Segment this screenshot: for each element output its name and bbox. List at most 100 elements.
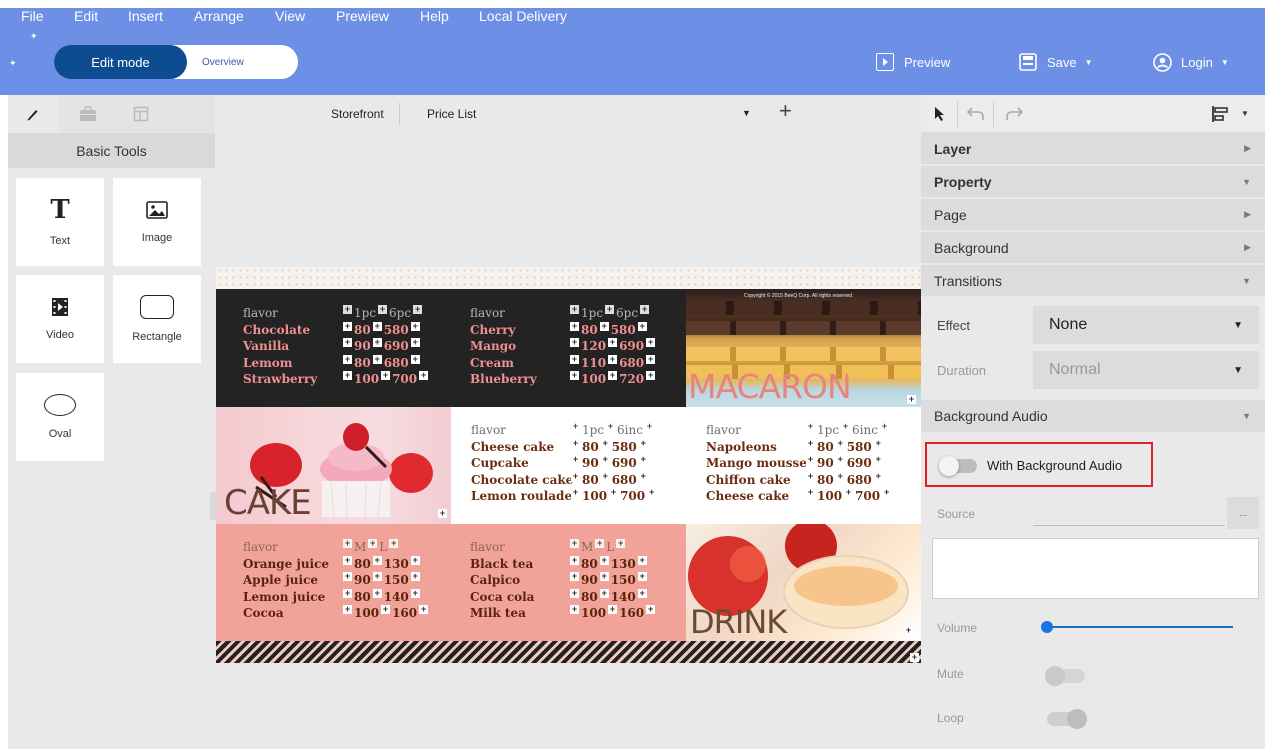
left-tool-panel: Basic Tools T Text Image Video Rectangle… [8, 95, 215, 749]
header-cell: flavor [243, 540, 278, 554]
plus-icon: + [638, 437, 648, 448]
align-icon[interactable] [1211, 105, 1229, 128]
item-name: Milk tea [470, 606, 526, 620]
undo-icon[interactable] [966, 105, 985, 126]
duration-label: Duration [937, 363, 987, 378]
drink-price-table-left[interactable]: flavor + M + L + Orange juice +80 +130 + Apple jui… [243, 539, 430, 622]
tab-draw-tools[interactable] [8, 95, 58, 133]
tool-oval[interactable]: Oval [16, 373, 104, 461]
preview-button[interactable]: Preview [876, 53, 950, 71]
mute-switch[interactable] [1045, 666, 1085, 686]
effect-select[interactable]: None ▼ [1033, 306, 1259, 344]
tool-image[interactable]: Image [113, 178, 201, 266]
page-dropdown-icon[interactable]: ▼ [742, 108, 751, 118]
item-price: 90 [354, 339, 371, 353]
price-row: Mango +120 +690 + [470, 338, 657, 355]
section-transitions[interactable]: Transitions ▼ [921, 265, 1265, 297]
item-price: 90 [354, 573, 371, 587]
loop-switch[interactable] [1047, 709, 1087, 729]
menu-help[interactable]: Help [420, 8, 449, 24]
item-name: Cheese cake [471, 439, 555, 454]
plus-icon: + [410, 587, 420, 598]
side-resize-handle-icon[interactable] [210, 492, 217, 520]
overview-button[interactable]: Overview [202, 45, 244, 79]
cake-price-table-right[interactable]: flavor +1pc +6inc + Napoleons +80 +580 + Mango m… [706, 422, 893, 505]
item-price: 100 [354, 606, 380, 620]
menu-insert[interactable]: Insert [128, 8, 163, 24]
section-layer[interactable]: Layer ▶ [921, 133, 1265, 165]
menu-file[interactable]: File [21, 8, 44, 24]
plus-icon: + [413, 304, 423, 314]
price-row: Mango mousse +90 +690 + [706, 455, 893, 472]
tool-rectangle[interactable]: Rectangle [113, 275, 201, 363]
tool-video[interactable]: Video [16, 275, 104, 363]
price-row: Cherry +80 +580 + [470, 321, 657, 339]
plus-icon: + [570, 337, 579, 347]
chevron-down-icon[interactable]: ▼ [1241, 109, 1249, 118]
source-input[interactable] [1033, 503, 1225, 526]
tab-assets[interactable] [63, 95, 113, 133]
volume-thumb[interactable] [1041, 621, 1053, 633]
save-button[interactable]: Save ▼ [1019, 53, 1093, 71]
chevron-down-icon: ▼ [1242, 411, 1251, 421]
resize-handle-icon[interactable]: + [438, 509, 447, 518]
chevron-down-icon: ▼ [1242, 176, 1251, 187]
plus-icon: + [599, 554, 609, 565]
plus-icon: + [835, 454, 845, 464]
menu-local-delivery[interactable]: Local Delivery [479, 8, 567, 24]
add-page-icon[interactable]: + [779, 100, 792, 122]
section-page[interactable]: Page ▶ [921, 199, 1265, 231]
tab-price-list[interactable]: Price List [427, 107, 476, 121]
item-name: Napoleons [706, 439, 777, 454]
login-button[interactable]: Login ▼ [1153, 53, 1229, 72]
edit-mode-button[interactable]: Edit mode [54, 45, 187, 79]
plus-icon: + [570, 587, 579, 598]
select-arrow-icon[interactable] [933, 106, 947, 127]
cake-price-table-mid[interactable]: flavor +1pc +6inc + Cheese cake +80 +580 + Cupca… [471, 422, 658, 505]
item-name: Chiffon cake [706, 472, 791, 487]
menu-board-canvas[interactable]: flavor +1pc +6pc + Chocolate +80 +580 + Vanilla +… [210, 267, 921, 663]
item-price: 120 [581, 339, 607, 353]
canvas-toolbar: Storefront Price List ▼ + [215, 95, 921, 133]
price-row: Cheese cake +80 +580 + [471, 437, 658, 456]
price-row: Cocoa +100 +160 + [243, 605, 430, 622]
plus-icon: + [343, 304, 352, 314]
item-price: 80 [581, 322, 598, 337]
plus-icon: + [600, 437, 610, 448]
item-price: 80 [354, 589, 371, 604]
plus-icon: + [372, 320, 382, 331]
section-background-audio[interactable]: Background Audio ▼ [921, 400, 1265, 433]
resize-handle-icon[interactable]: + [907, 395, 916, 404]
resize-handle-icon[interactable]: + [904, 626, 913, 635]
drink-price-table-mid[interactable]: flavor + M + L + Black tea +80 +130 + Calpico +90 +1… [470, 539, 657, 622]
effect-label: Effect [937, 318, 971, 333]
tab-layouts[interactable] [116, 95, 166, 133]
resize-handle-icon[interactable]: + [910, 653, 919, 662]
plus-icon: + [372, 353, 382, 364]
toolbar-divider [993, 101, 994, 127]
volume-slider[interactable] [1041, 620, 1233, 634]
macaron-price-table-mid[interactable]: flavor +1pc +6pc + Cherry +80 +580 + Mango +120 +6… [470, 305, 657, 388]
section-background[interactable]: Background ▶ [921, 232, 1265, 264]
drink-title: DRINK [690, 603, 787, 641]
chevron-down-icon: ▼ [1233, 364, 1243, 376]
redo-icon[interactable] [1005, 105, 1024, 126]
section-property[interactable]: Property ▼ [921, 166, 1265, 198]
chevron-right-icon: ▶ [1244, 209, 1251, 219]
macaron-price-table-left[interactable]: flavor +1pc +6pc + Chocolate +80 +580 + Vanilla +… [243, 305, 430, 388]
tool-label: Text [49, 235, 71, 247]
item-price: 100 [817, 489, 843, 503]
plus-icon: + [570, 604, 579, 614]
source-textarea[interactable] [932, 538, 1259, 599]
menu-edit[interactable]: Edit [74, 8, 98, 24]
tab-storefront[interactable]: Storefront [331, 107, 384, 121]
menu-prewiew[interactable]: Prewiew [336, 8, 389, 24]
duration-select[interactable]: Normal ▼ [1033, 351, 1259, 389]
tool-text[interactable]: T Text [16, 178, 104, 266]
menu-arrange[interactable]: Arrange [194, 8, 244, 24]
plus-icon: + [646, 370, 656, 380]
basic-tools-title: Basic Tools [8, 133, 215, 168]
plus-icon: + [571, 470, 580, 481]
menu-view[interactable]: View [275, 8, 305, 24]
browse-button[interactable]: ... [1227, 497, 1259, 529]
